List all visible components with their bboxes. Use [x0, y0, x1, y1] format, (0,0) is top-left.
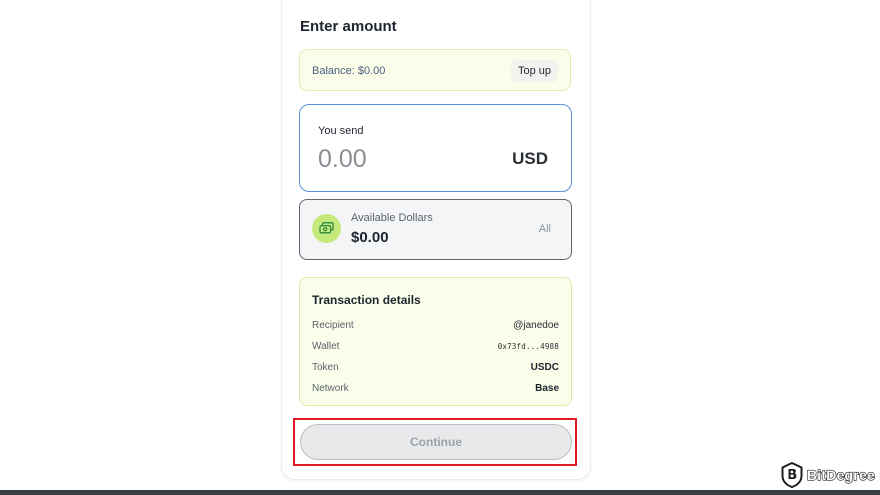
transaction-details: Transaction details Recipient @janedoe W…: [299, 277, 572, 406]
cash-icon: [312, 214, 341, 243]
amount-input[interactable]: [318, 145, 478, 174]
send-label: You send: [318, 125, 364, 137]
tx-value: 0x73fd...4988: [497, 341, 559, 351]
tx-value: Base: [535, 382, 559, 394]
tx-key: Token: [312, 361, 339, 373]
bitdegree-name: BitDegree: [806, 466, 875, 483]
top-up-button[interactable]: Top up: [510, 60, 558, 82]
page-title: Enter amount: [300, 18, 397, 35]
bitdegree-logo-icon: [781, 462, 803, 488]
balance-box: Balance: $0.00 Top up: [299, 49, 571, 91]
continue-button[interactable]: Continue: [300, 424, 572, 460]
tx-key: Network: [312, 382, 349, 394]
tx-key: Recipient: [312, 319, 354, 331]
tx-row-wallet: Wallet 0x73fd...4988: [312, 339, 559, 353]
tx-value: @janedoe: [513, 319, 559, 331]
tx-row-recipient: Recipient @janedoe: [312, 318, 559, 332]
send-amount-box[interactable]: You send USD: [299, 104, 572, 192]
bottom-edge: [0, 490, 880, 495]
transaction-title: Transaction details: [312, 293, 421, 307]
tx-value: USDC: [530, 361, 559, 373]
tx-key: Wallet: [312, 340, 340, 352]
available-label: Available Dollars: [351, 212, 433, 224]
tx-row-network: Network Base: [312, 381, 559, 395]
all-button[interactable]: All: [539, 223, 551, 235]
tx-row-token: Token USDC: [312, 360, 559, 374]
currency-label: USD: [512, 149, 548, 168]
bitdegree-watermark: BitDegree: [781, 461, 875, 489]
available-value: $0.00: [351, 229, 389, 246]
available-dollars-box: Available Dollars $0.00 All: [299, 199, 572, 260]
balance-text: Balance: $0.00: [312, 65, 386, 77]
